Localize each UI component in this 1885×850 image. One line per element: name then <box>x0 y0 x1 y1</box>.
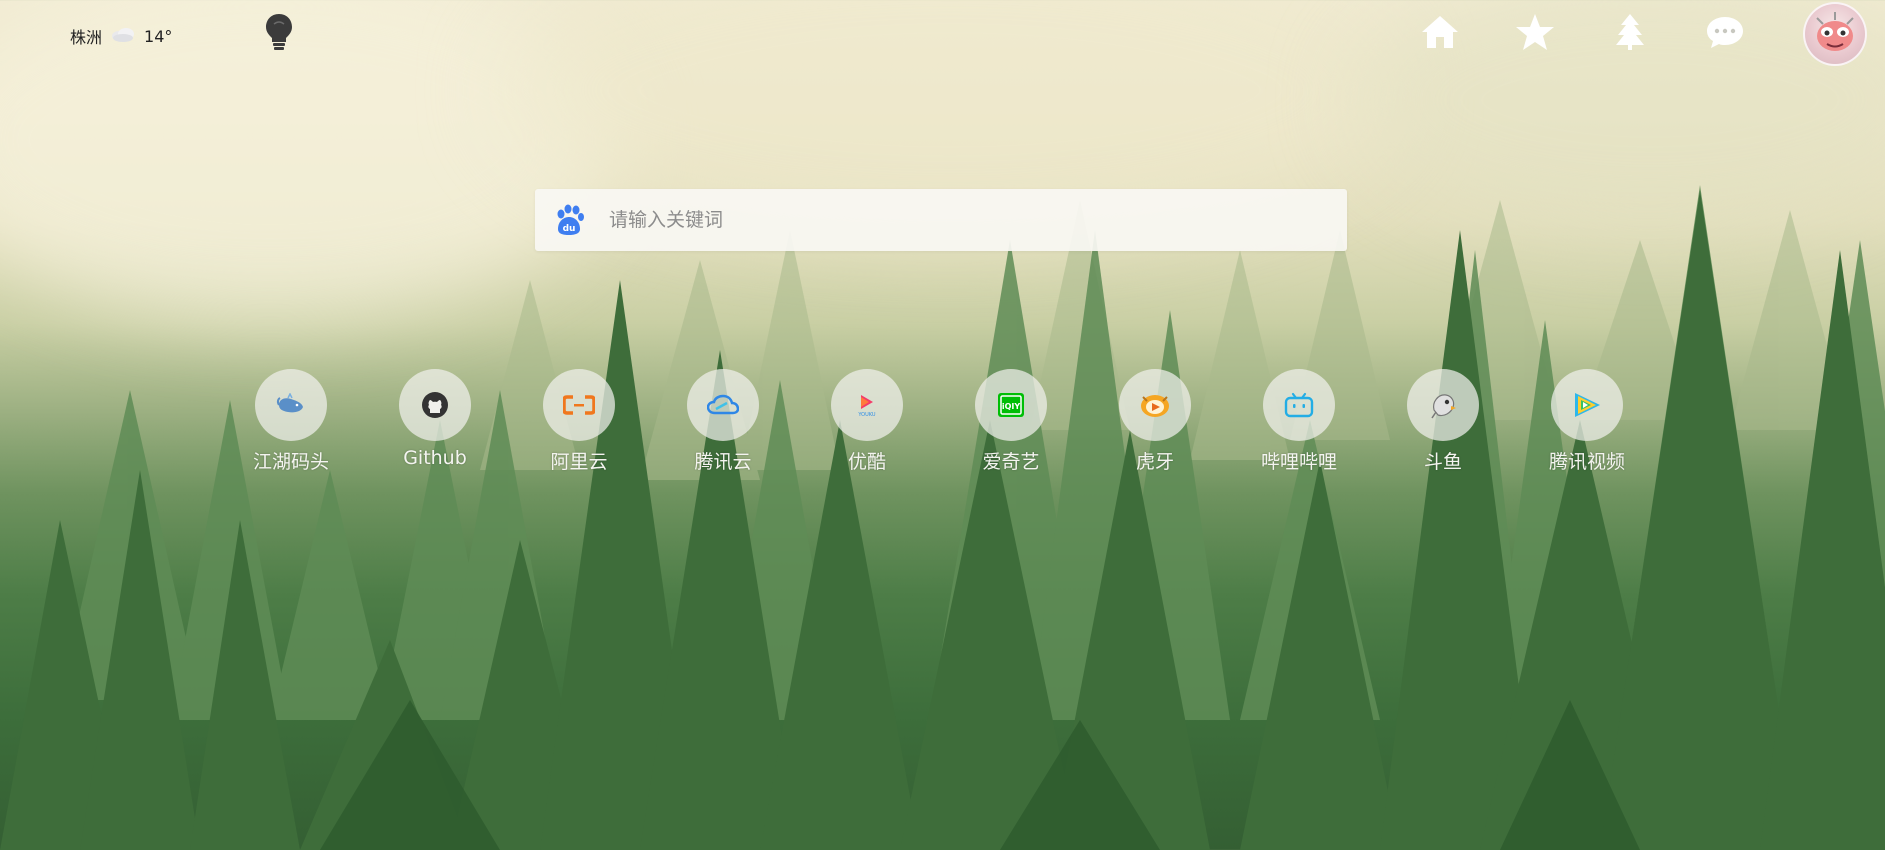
whale-icon <box>255 369 327 441</box>
shortcut-douyu[interactable]: 斗鱼 <box>1373 369 1513 474</box>
shortcut-label: 腾讯视频 <box>1548 451 1625 473</box>
shortcut-label: Github <box>403 447 467 469</box>
shortcut-label: 爱奇艺 <box>982 451 1040 473</box>
tencent-cloud-icon <box>687 369 759 441</box>
shortcut-huya[interactable]: 虎牙 <box>1085 369 1225 474</box>
baidu-icon[interactable]: du <box>535 189 603 251</box>
search-input[interactable] <box>603 188 1347 252</box>
aliyun-icon <box>543 369 615 441</box>
shortcut-label: 腾讯云 <box>694 451 752 473</box>
shortcut-list: 江湖码头 Github 阿里云 腾讯云 YOUKU 优酷 iQIY 爱奇艺 虎牙… <box>0 369 1885 479</box>
iqiyi-icon: iQIY <box>975 369 1047 441</box>
star-icon[interactable] <box>1515 12 1555 52</box>
weather-widget: 株洲 14° <box>70 24 172 48</box>
shortcut-youku[interactable]: YOUKU 优酷 <box>797 369 937 474</box>
shortcut-iqiyi[interactable]: iQIY 爱奇艺 <box>941 369 1081 474</box>
shortcut-bilibili[interactable]: 哔哩哔哩 <box>1229 369 1369 474</box>
tencent-video-icon <box>1551 369 1623 441</box>
youku-icon: YOUKU <box>831 369 903 441</box>
shortcut-aliyun[interactable]: 阿里云 <box>509 369 649 474</box>
search-bar: du <box>535 188 1347 252</box>
huya-icon <box>1119 369 1191 441</box>
shortcut-tencent-video[interactable]: 腾讯视频 <box>1517 369 1657 474</box>
shortcut-tencent-cloud[interactable]: 腾讯云 <box>653 369 793 474</box>
shortcut-github[interactable]: Github <box>365 369 505 469</box>
lightbulb-icon[interactable] <box>264 12 294 56</box>
shortcut-jianghu[interactable]: 江湖码头 <box>221 369 361 474</box>
svg-text:du: du <box>563 224 576 234</box>
weather-city: 株洲 <box>70 28 103 47</box>
tree-icon[interactable] <box>1610 12 1650 52</box>
weather-temperature: 14° <box>144 26 173 46</box>
douyu-icon <box>1407 369 1479 441</box>
shortcut-label: 优酷 <box>847 451 886 473</box>
home-icon[interactable] <box>1420 12 1460 52</box>
cloud-icon <box>110 25 136 47</box>
shortcut-label: 江湖码头 <box>252 451 329 473</box>
shortcut-label: 虎牙 <box>1135 451 1174 473</box>
shortcut-label: 哔哩哔哩 <box>1260 451 1337 473</box>
svg-text:YOUKU: YOUKU <box>857 412 876 417</box>
top-nav <box>1420 12 1745 52</box>
chat-icon[interactable] <box>1705 12 1745 52</box>
github-icon <box>399 369 471 441</box>
avatar[interactable] <box>1803 2 1867 66</box>
svg-text:iQIY: iQIY <box>1002 402 1021 411</box>
shortcut-label: 阿里云 <box>550 451 608 473</box>
bilibili-icon <box>1263 369 1335 441</box>
shortcut-label: 斗鱼 <box>1423 451 1462 473</box>
